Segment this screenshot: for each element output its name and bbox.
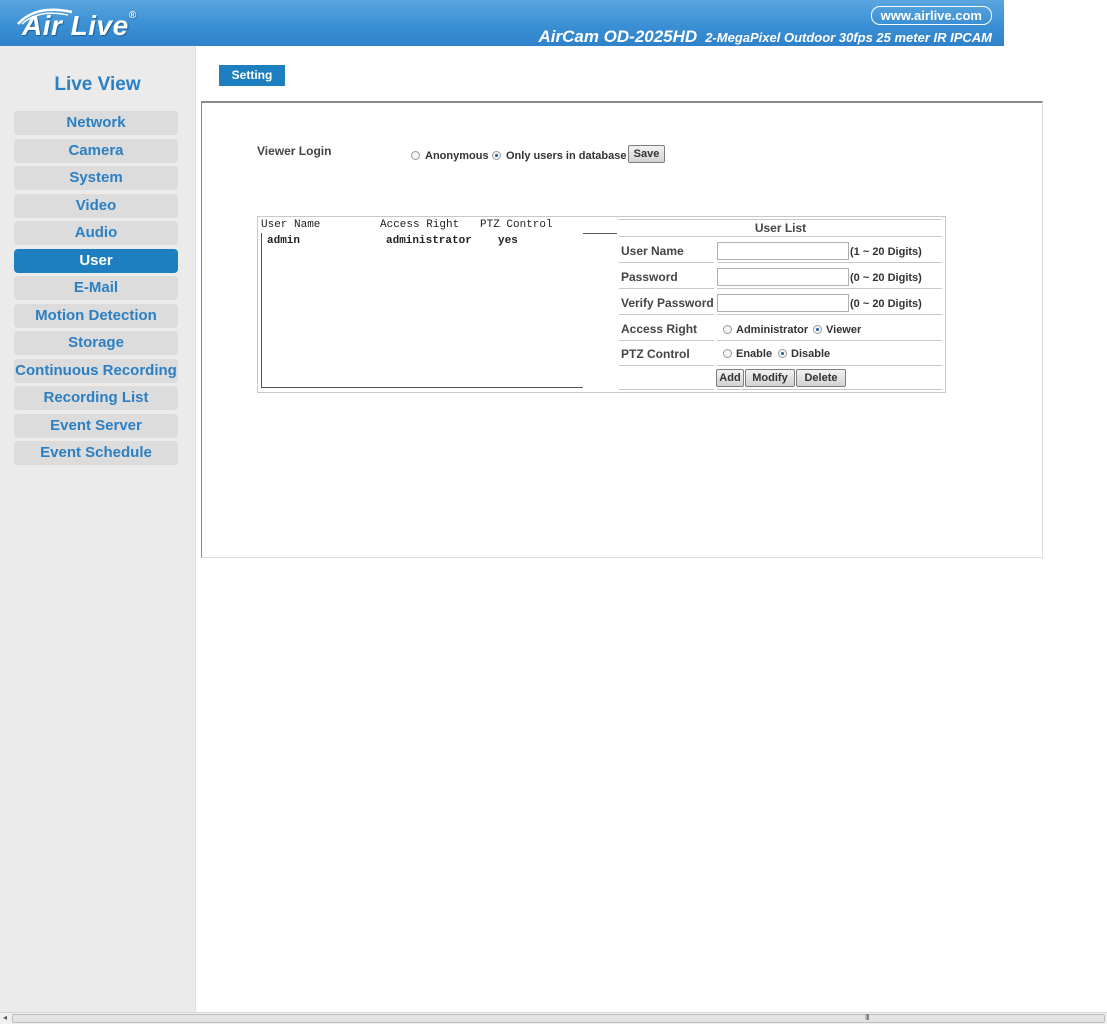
delete-button[interactable]: Delete — [796, 369, 846, 387]
scrollbar-grip: III — [865, 1013, 870, 1022]
product-model: AirCam OD-2025HD 2-MegaPixel Outdoor 30fp… — [538, 27, 992, 46]
username-hint: (1 ~ 20 Digits) — [850, 246, 922, 258]
viewer-login-label: Viewer Login — [257, 144, 332, 158]
sidebar: Live View Network Camera System Video Au… — [0, 46, 196, 1012]
password-input[interactable] — [717, 268, 849, 286]
only-users-radio[interactable] — [492, 151, 501, 160]
ptz-control-label: PTZ Control — [621, 347, 690, 361]
user-table-header: User Name Access Right PTZ Control — [261, 219, 617, 234]
verify-password-input[interactable] — [717, 294, 849, 312]
ptz-enable-label: Enable — [736, 348, 773, 360]
access-right-label: Access Right — [621, 322, 698, 336]
username-label: User Name — [621, 244, 684, 258]
ptz-disable-radio[interactable] — [778, 349, 787, 358]
column-access-right: Access Right — [380, 219, 460, 231]
sidebar-item-storage[interactable]: Storage — [14, 331, 178, 355]
viewer-radio[interactable] — [813, 325, 822, 334]
airlive-logo: Air Live® — [22, 10, 137, 41]
user-list-box[interactable]: admin administrator yes — [261, 233, 583, 388]
password-hint: (0 ~ 20 Digits) — [850, 272, 922, 284]
model-tagline: 2-MegaPixel Outdoor 30fps 25 meter IR IP… — [705, 30, 992, 45]
row-user-name: admin — [267, 235, 301, 247]
add-button[interactable]: Add — [716, 369, 744, 387]
form-title: User List — [754, 221, 807, 235]
sidebar-item-continuous-recording[interactable]: Continuous Recording — [14, 359, 178, 383]
model-name: AirCam OD-2025HD — [538, 27, 698, 46]
row-ptz-control: yes — [498, 235, 518, 247]
ptz-disable-label: Disable — [791, 348, 831, 360]
administrator-radio[interactable] — [723, 325, 732, 334]
ptz-enable-radio[interactable] — [723, 349, 732, 358]
tab-setting[interactable]: Setting — [219, 65, 285, 86]
sidebar-item-system[interactable]: System — [14, 166, 178, 190]
scrollbar-thumb[interactable]: III — [12, 1013, 1105, 1023]
site-url-link[interactable]: www.airlive.com — [870, 6, 992, 25]
sidebar-item-camera[interactable]: Camera — [14, 139, 178, 163]
scroll-left-arrow-icon[interactable]: ◂ — [3, 1013, 7, 1022]
password-label: Password — [621, 270, 678, 284]
sidebar-item-video[interactable]: Video — [14, 194, 178, 218]
verify-password-label: Verify Password — [621, 296, 714, 310]
username-input[interactable] — [717, 242, 849, 260]
viewer-label: Viewer — [826, 324, 862, 336]
horizontal-scrollbar[interactable]: ◂ III — [0, 1012, 1107, 1024]
row-access-right: administrator — [386, 235, 472, 247]
verify-password-hint: (0 ~ 20 Digits) — [850, 298, 922, 310]
live-view-link[interactable]: Live View — [0, 74, 195, 96]
only-users-label: Only users in database — [506, 150, 627, 162]
sidebar-item-network[interactable]: Network — [14, 111, 178, 135]
sidebar-item-motion-detection[interactable]: Motion Detection — [14, 304, 178, 328]
anonymous-label: Anonymous — [425, 150, 489, 162]
sidebar-item-audio[interactable]: Audio — [14, 221, 178, 245]
sidebar-item-event-schedule[interactable]: Event Schedule — [14, 441, 178, 465]
modify-button[interactable]: Modify — [745, 369, 795, 387]
column-ptz-control: PTZ Control — [480, 219, 553, 231]
sidebar-item-event-server[interactable]: Event Server — [14, 414, 178, 438]
cell-divider — [619, 366, 714, 390]
column-user-name: User Name — [261, 219, 321, 231]
sidebar-item-user[interactable]: User — [14, 249, 178, 273]
header-banner: Air Live® www.airlive.com AirCam OD-2025… — [0, 0, 1004, 46]
administrator-label: Administrator — [736, 324, 809, 336]
anonymous-radio[interactable] — [411, 151, 420, 160]
sidebar-item-recording-list[interactable]: Recording List — [14, 386, 178, 410]
save-button[interactable]: Save — [628, 145, 665, 163]
sidebar-item-email[interactable]: E-Mail — [14, 276, 178, 300]
